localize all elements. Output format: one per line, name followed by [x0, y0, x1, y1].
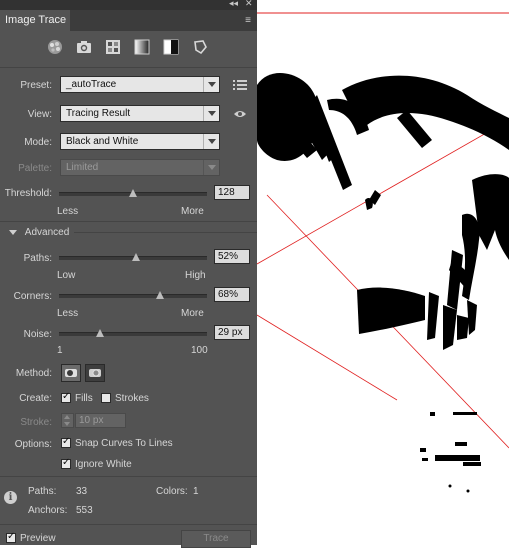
- paths-max-label: High: [185, 270, 206, 281]
- view-select[interactable]: Tracing Result: [60, 105, 220, 122]
- stats-paths-label: Paths:: [28, 486, 57, 497]
- noise-value[interactable]: 29 px: [214, 325, 250, 340]
- trace-button[interactable]: Trace: [181, 530, 251, 548]
- info-icon: i: [4, 491, 17, 504]
- preset-select[interactable]: _autoTrace: [60, 76, 220, 93]
- strokes-label: Strokes: [115, 393, 149, 404]
- options-label: Options:: [14, 439, 52, 450]
- corners-max-label: More: [181, 308, 204, 319]
- palette-select: Limited: [60, 159, 220, 176]
- auto-color-icon[interactable]: [46, 38, 64, 56]
- view-label: View:: [27, 109, 52, 120]
- black-and-white-icon[interactable]: [162, 38, 180, 56]
- stats-anchors-label: Anchors:: [28, 505, 68, 516]
- traced-shapes: [257, 73, 509, 493]
- snap-curves-label: Snap Curves To Lines: [75, 438, 173, 449]
- divider: [0, 221, 257, 222]
- divider: [74, 232, 257, 233]
- preview-checkbox[interactable]: [6, 531, 16, 543]
- strokes-checkbox[interactable]: [101, 393, 111, 403]
- preset-label: Preset:: [20, 80, 52, 91]
- method-overlapping-button[interactable]: [85, 364, 105, 382]
- preset-icon-row: [0, 38, 257, 58]
- stroke-stepper: [61, 413, 74, 428]
- mode-label: Mode:: [24, 137, 52, 148]
- mode-value: Black and White: [66, 136, 139, 147]
- stroke-input: 10 px: [75, 413, 126, 428]
- ignore-white-checkbox[interactable]: [61, 457, 71, 469]
- noise-slider[interactable]: [59, 329, 207, 337]
- panel-tab-bar: Image Trace ≡: [0, 10, 257, 31]
- advanced-label: Advanced: [24, 227, 70, 238]
- palette-label: Palette:: [18, 163, 52, 174]
- stepper-up-icon: [64, 415, 70, 419]
- corners-slider[interactable]: [59, 291, 207, 299]
- create-label: Create:: [19, 393, 52, 404]
- panel-top-strip: ◂◂ ✕: [0, 0, 257, 10]
- chevron-down-icon: [203, 106, 219, 121]
- threshold-min-label: Less: [57, 206, 79, 217]
- artboard-canvas[interactable]: [256, 0, 509, 545]
- threshold-slider-thumb[interactable]: [129, 189, 137, 197]
- overlapping-method-icon: [89, 369, 101, 377]
- abutting-method-icon: [65, 369, 77, 377]
- threshold-slider[interactable]: [59, 189, 207, 197]
- threshold-value[interactable]: 128: [214, 185, 250, 200]
- threshold-label: Threshold:: [4, 188, 52, 199]
- advanced-toggle[interactable]: Advanced: [9, 227, 69, 238]
- tab-image-trace[interactable]: Image Trace: [0, 10, 70, 31]
- method-label: Method:: [15, 368, 52, 379]
- high-color-icon[interactable]: [75, 38, 93, 56]
- paths-slider[interactable]: [59, 253, 207, 261]
- trace-result-artwork: [256, 12, 509, 493]
- threshold-max-label: More: [181, 206, 204, 217]
- corners-min-label: Less: [57, 308, 79, 319]
- stepper-down-icon: [64, 422, 70, 426]
- outline-icon[interactable]: [191, 38, 209, 56]
- fills-checkbox[interactable]: [61, 391, 71, 403]
- snap-curves-checkbox[interactable]: [61, 436, 71, 448]
- paths-label: Paths:: [23, 253, 52, 264]
- chevron-down-icon: [203, 134, 219, 149]
- noise-max-label: 100: [191, 345, 208, 356]
- mode-select[interactable]: Black and White: [60, 133, 220, 150]
- noise-min-label: 1: [57, 345, 63, 356]
- preview-label: Preview: [20, 533, 56, 544]
- paths-min-label: Low: [57, 270, 76, 281]
- collapse-panel-icon[interactable]: ◂◂: [229, 0, 238, 9]
- stats-colors-label: Colors:: [156, 486, 188, 497]
- noise-label: Noise:: [23, 329, 52, 340]
- corners-value[interactable]: 68%: [214, 287, 250, 302]
- chevron-down-icon: [203, 160, 219, 175]
- fills-label: Fills: [75, 393, 93, 404]
- disclosure-triangle-icon: [9, 229, 17, 235]
- divider: [0, 67, 257, 68]
- stats-colors-value: 1: [193, 486, 199, 497]
- noise-slider-thumb[interactable]: [96, 329, 105, 337]
- corners-label: Corners:: [13, 291, 52, 302]
- stats-paths-value: 33: [76, 486, 88, 497]
- panel-menu-icon[interactable]: ≡: [245, 15, 251, 26]
- eye-icon[interactable]: [233, 109, 247, 119]
- close-panel-icon[interactable]: ✕: [245, 0, 253, 9]
- ignore-white-label: Ignore White: [75, 459, 132, 470]
- chevron-down-icon: [203, 77, 219, 92]
- divider: [0, 476, 257, 477]
- corners-slider-thumb[interactable]: [155, 291, 164, 299]
- low-color-icon[interactable]: [104, 38, 122, 56]
- stats-anchors-value: 553: [76, 505, 93, 516]
- method-abutting-button[interactable]: [61, 364, 81, 382]
- view-value: Tracing Result: [66, 108, 131, 119]
- palette-value: Limited: [66, 162, 99, 173]
- paths-value[interactable]: 52%: [214, 249, 250, 264]
- paths-slider-thumb[interactable]: [131, 253, 140, 261]
- image-trace-panel: ◂◂ ✕ Image Trace ≡ Preset: _autoTrace Vi…: [0, 0, 257, 548]
- divider: [0, 524, 257, 525]
- preset-value: _autoTrace: [66, 79, 117, 90]
- manage-presets-icon[interactable]: [233, 79, 247, 91]
- grayscale-icon[interactable]: [133, 38, 151, 56]
- stroke-label: Stroke:: [20, 417, 52, 428]
